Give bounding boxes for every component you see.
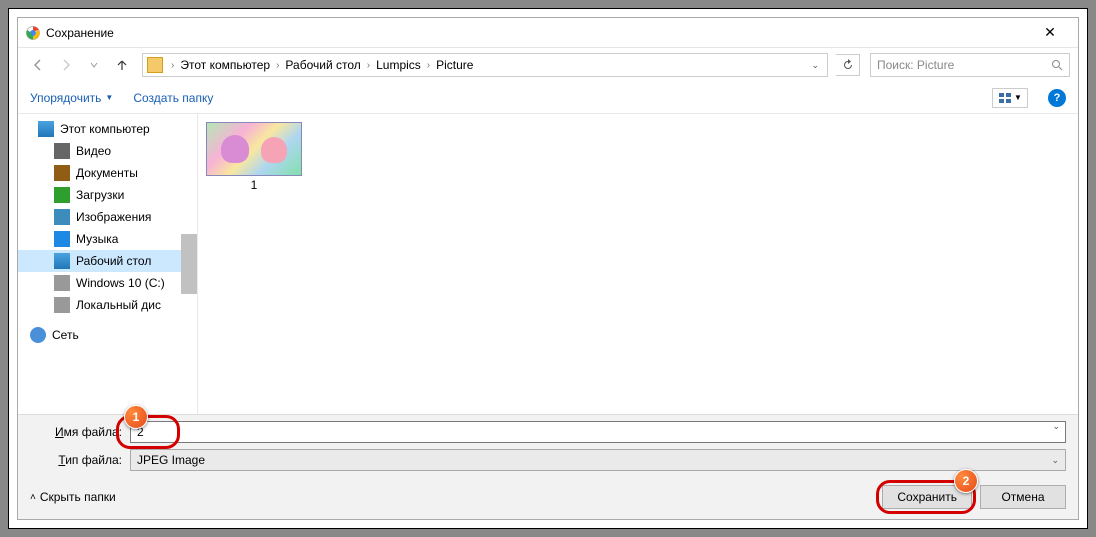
sidebar-item-drive-c[interactable]: Windows 10 (C:) xyxy=(18,272,197,294)
drive-icon xyxy=(54,297,70,313)
sidebar-item-desktop[interactable]: Рабочий стол xyxy=(18,250,197,272)
search-input[interactable]: Поиск: Picture xyxy=(870,53,1070,77)
document-icon xyxy=(54,165,70,181)
thumbnail-image xyxy=(206,122,302,176)
desktop-icon xyxy=(54,253,70,269)
chevron-down-icon[interactable]: ⌄ xyxy=(811,60,823,71)
file-thumbnail[interactable]: 1 xyxy=(206,122,302,192)
folder-icon xyxy=(147,57,163,73)
save-dialog: Сохранение ✕ › Этот компьютер › Рабочий … xyxy=(17,17,1079,520)
annotation-badge-1: 1 xyxy=(124,405,148,429)
chevron-right-icon: › xyxy=(423,60,434,71)
sidebar-item-docs[interactable]: Документы xyxy=(18,162,197,184)
filetype-select[interactable]: JPEG Image ⌄ xyxy=(130,449,1066,471)
annotation-badge-2: 2 xyxy=(954,469,978,493)
drive-icon xyxy=(54,275,70,291)
thumbnail-label: 1 xyxy=(206,178,302,192)
breadcrumb-item[interactable]: Lumpics xyxy=(374,58,423,72)
pc-icon xyxy=(38,121,54,137)
breadcrumb-item[interactable]: Рабочий стол xyxy=(283,58,362,72)
refresh-button[interactable] xyxy=(836,54,860,76)
recent-dropdown[interactable] xyxy=(82,53,106,77)
file-list[interactable]: 1 xyxy=(198,114,1078,414)
image-icon xyxy=(54,209,70,225)
up-button[interactable] xyxy=(110,53,134,77)
dialog-title: Сохранение xyxy=(46,26,1030,40)
sidebar-item-music[interactable]: Музыка xyxy=(18,228,197,250)
sidebar-item-drive-local[interactable]: Локальный дис xyxy=(18,294,197,316)
forward-button[interactable] xyxy=(54,53,78,77)
network-icon xyxy=(30,327,46,343)
sidebar-item-video[interactable]: Видео xyxy=(18,140,197,162)
sidebar-item-network[interactable]: Сеть xyxy=(18,324,197,346)
sidebar: Этот компьютер Видео Документы Загрузки … xyxy=(18,114,198,414)
back-button[interactable] xyxy=(26,53,50,77)
view-options-button[interactable]: ▼ xyxy=(992,88,1028,108)
toolbar: Упорядочить▼ Создать папку ▼ ? xyxy=(18,82,1078,114)
nav-row: › Этот компьютер › Рабочий стол › Lumpic… xyxy=(18,48,1078,82)
chrome-icon xyxy=(26,26,40,40)
titlebar: Сохранение ✕ xyxy=(18,18,1078,48)
filename-label: Имя файла: xyxy=(30,425,130,439)
new-folder-button[interactable]: Создать папку xyxy=(133,91,213,105)
chevron-right-icon: › xyxy=(167,60,178,71)
close-button[interactable]: ✕ xyxy=(1030,24,1070,41)
cancel-button[interactable]: Отмена xyxy=(980,485,1066,509)
breadcrumb-bar[interactable]: › Этот компьютер › Рабочий стол › Lumpic… xyxy=(142,53,828,77)
file-fields: Имя файла: 1 ⌄ Тип файла: JPEG Image ⌄ xyxy=(18,414,1078,475)
filetype-label: Тип файла: xyxy=(30,453,130,467)
chevron-down-icon[interactable]: ⌄ xyxy=(1052,421,1060,432)
search-icon xyxy=(1051,59,1063,71)
music-icon xyxy=(54,231,70,247)
chevron-up-icon: ˄ xyxy=(30,492,36,503)
search-placeholder: Поиск: Picture xyxy=(877,58,1051,72)
help-button[interactable]: ? xyxy=(1048,89,1066,107)
chevron-right-icon: › xyxy=(363,60,374,71)
organize-menu[interactable]: Упорядочить▼ xyxy=(30,91,113,105)
breadcrumb-item[interactable]: Этот компьютер xyxy=(178,58,272,72)
sidebar-item-pc[interactable]: Этот компьютер xyxy=(18,118,197,140)
scrollbar-thumb[interactable] xyxy=(181,234,197,294)
footer: ˄ Скрыть папки 2 Сохранить Отмена xyxy=(18,475,1078,519)
chevron-down-icon: ⌄ xyxy=(1051,455,1059,466)
breadcrumb-item[interactable]: Picture xyxy=(434,58,475,72)
download-icon xyxy=(54,187,70,203)
chevron-right-icon: › xyxy=(272,60,283,71)
filename-input[interactable] xyxy=(130,421,1066,443)
video-icon xyxy=(54,143,70,159)
sidebar-item-images[interactable]: Изображения xyxy=(18,206,197,228)
sidebar-item-downloads[interactable]: Загрузки xyxy=(18,184,197,206)
hide-folders-toggle[interactable]: ˄ Скрыть папки xyxy=(30,490,116,504)
